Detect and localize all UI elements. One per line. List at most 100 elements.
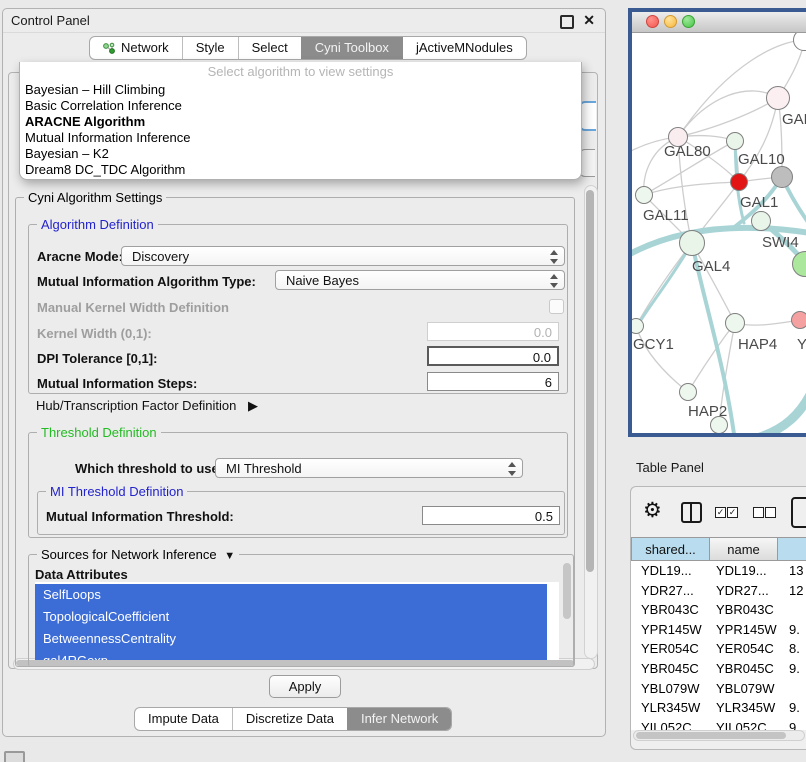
- node-HAP2[interactable]: [679, 383, 697, 401]
- tab-infer-network[interactable]: Infer Network: [347, 708, 451, 730]
- table-horizontal-scrollbar[interactable]: [633, 730, 805, 741]
- node-GAL10[interactable]: [726, 132, 744, 150]
- apply-button[interactable]: Apply: [269, 675, 341, 698]
- node-label: SWI4: [762, 234, 799, 251]
- minimize-window-icon[interactable]: [664, 15, 677, 28]
- node-label: HAP4: [738, 336, 777, 353]
- hub-definition-toggle[interactable]: Hub/Transcription Factor Definition ▶: [36, 398, 258, 414]
- node-gray[interactable]: [771, 166, 793, 188]
- algorithm-option[interactable]: Dream8 DC_TDC Algorithm: [20, 162, 581, 178]
- expanded-arrow-icon[interactable]: ▼: [224, 550, 235, 562]
- algorithm-option[interactable]: Mutual Information Inference: [20, 130, 581, 146]
- attribute-item-selected[interactable]: SelfLoops: [35, 584, 547, 606]
- minimized-panel-icon[interactable]: [4, 751, 25, 762]
- algorithm-option[interactable]: Bayesian – Hill Climbing: [20, 82, 581, 98]
- node-unlabeled-bottom[interactable]: [710, 416, 728, 433]
- table-row[interactable]: YDR27... YDR27... 12: [631, 581, 806, 601]
- threshold-definition-group: Threshold Definition Which threshold to …: [28, 432, 568, 538]
- node-salmon[interactable]: [791, 311, 806, 329]
- split-columns-icon[interactable]: [681, 502, 702, 523]
- float-panel-icon[interactable]: [560, 15, 574, 29]
- tab-cyni-toolbox[interactable]: Cyni Toolbox: [301, 37, 402, 59]
- node-label: GAL1: [740, 194, 778, 211]
- algorithm-options-list: Bayesian – Hill ClimbingBasic Correlatio…: [20, 82, 581, 178]
- table-row[interactable]: YBL079W YBL079W: [631, 679, 806, 699]
- algorithm-option[interactable]: ARACNE Algorithm: [20, 114, 581, 130]
- control-panel: Control Panel ✕ Network Style Select Cyn…: [2, 8, 606, 737]
- checked-checkbox-icon[interactable]: ✓: [727, 507, 738, 518]
- desktop: Control Panel ✕ Network Style Select Cyn…: [0, 0, 806, 762]
- node-GAL11[interactable]: [635, 186, 653, 204]
- new-table-icon[interactable]: [791, 497, 806, 528]
- table-row[interactable]: YIL052C YIL052C 9: [631, 718, 806, 730]
- bottom-tabbar: Impute Data Discretize Data Infer Networ…: [134, 707, 452, 731]
- settings-vertical-scrollbar[interactable]: [584, 185, 598, 659]
- close-icon[interactable]: ✕: [583, 12, 595, 29]
- checked-checkbox-icon[interactable]: ✓: [715, 507, 726, 518]
- table-body[interactable]: YDL19... YDL19... 13 YDR27... YDR27... 1…: [631, 561, 806, 730]
- stepper-icon: [549, 274, 558, 288]
- group-title: Algorithm Definition: [37, 217, 158, 232]
- unchecked-checkbox-icon[interactable]: [765, 507, 776, 518]
- mi-steps-label: Mutual Information Steps:: [37, 376, 197, 391]
- mi-type-select[interactable]: Naive Bayes: [275, 270, 565, 290]
- node-GAL1[interactable]: [730, 173, 748, 191]
- kernel-width-label: Kernel Width (0,1):: [37, 326, 152, 341]
- dropdown-placeholder: Select algorithm to view settings: [20, 62, 581, 82]
- tab-network[interactable]: Network: [90, 37, 182, 59]
- manual-kernel-label: Manual Kernel Width Definition: [37, 300, 229, 315]
- gear-icon[interactable]: ⚙: [643, 498, 662, 523]
- mi-steps-field[interactable]: 6: [427, 372, 559, 391]
- node-label: Y: [797, 336, 806, 353]
- table-row[interactable]: YPR145W YPR145W 9.: [631, 620, 806, 640]
- zoom-window-icon[interactable]: [682, 15, 695, 28]
- algorithm-option[interactable]: Basic Correlation Inference: [20, 98, 581, 114]
- algorithm-option[interactable]: Bayesian – K2: [20, 146, 581, 162]
- mi-threshold-field[interactable]: 0.5: [422, 506, 560, 525]
- node-SWI4[interactable]: [751, 211, 771, 231]
- attributes-scrollbar-thumb[interactable]: [563, 563, 571, 619]
- scrollbar-thumb[interactable]: [636, 732, 786, 739]
- tab-impute-data[interactable]: Impute Data: [135, 708, 232, 730]
- sources-toggle[interactable]: Sources for Network Inference ▼: [37, 547, 239, 562]
- column-header-name[interactable]: name: [710, 537, 778, 561]
- node-label: GAL4: [692, 258, 730, 275]
- attribute-item-selected[interactable]: BetweennessCentrality: [35, 628, 547, 650]
- aracne-mode-label: Aracne Mode:: [37, 249, 123, 264]
- table-panel-title: Table Panel: [636, 460, 704, 475]
- scrollbar-thumb[interactable]: [586, 190, 594, 572]
- node-GAL4[interactable]: [679, 230, 705, 256]
- algorithm-dropdown-popup: Select algorithm to view settings Bayesi…: [19, 62, 582, 180]
- tab-jactivemnodules[interactable]: jActiveMNodules: [402, 37, 526, 59]
- table-row[interactable]: YBR043C YBR043C: [631, 600, 806, 620]
- table-row[interactable]: YLR345W YLR345W 9.: [631, 698, 806, 718]
- table-row[interactable]: YER054C YER054C 8.: [631, 639, 806, 659]
- network-canvas[interactable]: GALGAL80GAL10GAL1GAL11SWI4GAL4GCY1HAP4YH…: [632, 33, 806, 433]
- network-view-window: GALGAL80GAL10GAL1GAL11SWI4GAL4GCY1HAP4YH…: [628, 8, 806, 437]
- aracne-mode-select[interactable]: Discovery: [121, 246, 565, 266]
- manual-kernel-checkbox[interactable]: [549, 299, 564, 314]
- column-header-partial[interactable]: [778, 537, 806, 561]
- attribute-item-selected[interactable]: TopologicalCoefficient: [35, 606, 547, 628]
- dpi-tolerance-field[interactable]: 0.0: [427, 346, 559, 366]
- unchecked-checkbox-icon[interactable]: [753, 507, 764, 518]
- mi-threshold-label: Mutual Information Threshold:: [46, 509, 234, 524]
- table-row[interactable]: YBR045C YBR045C 9.: [631, 659, 806, 679]
- close-window-icon[interactable]: [646, 15, 659, 28]
- tab-select[interactable]: Select: [238, 37, 301, 59]
- data-attributes-label: Data Attributes: [35, 567, 128, 582]
- data-attributes-list[interactable]: SelfLoopsTopologicalCoefficientBetweenne…: [35, 582, 559, 660]
- node-gal-partial[interactable]: [766, 86, 790, 110]
- table-row[interactable]: YDL19... YDL19... 13: [631, 561, 806, 581]
- node-label: GAL11: [643, 207, 689, 224]
- tab-discretize-data[interactable]: Discretize Data: [232, 708, 347, 730]
- node-HAP4[interactable]: [725, 313, 745, 333]
- attribute-item-selected[interactable]: gal4RGexp: [35, 650, 547, 660]
- tab-style[interactable]: Style: [182, 37, 238, 59]
- kernel-width-field[interactable]: 0.0: [427, 322, 559, 341]
- collapsed-arrow-icon[interactable]: ▶: [248, 398, 258, 414]
- which-threshold-select[interactable]: MI Threshold: [215, 458, 523, 478]
- table-toolbar: ⚙ ✓ ✓: [631, 487, 806, 537]
- network-window-titlebar[interactable]: [632, 12, 806, 33]
- column-header-shared[interactable]: shared...: [631, 537, 710, 561]
